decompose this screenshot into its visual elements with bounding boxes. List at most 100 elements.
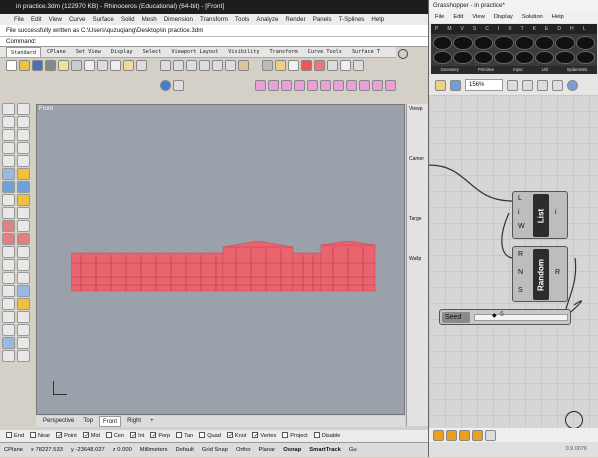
color-param-icon[interactable] [473,50,494,64]
point-icon[interactable] [17,103,30,115]
four-view-icon[interactable] [225,60,236,71]
mirror-icon[interactable] [307,80,318,91]
gh-sketch-icon[interactable] [567,79,578,91]
gh-tab-h[interactable]: H [570,24,574,34]
gh-foot-tool-1-icon[interactable] [433,429,444,441]
select-arrow-icon[interactable] [2,103,15,115]
status-layer[interactable]: Default [176,443,194,457]
gh-preview-eye-icon[interactable] [537,79,548,91]
toggle-grid-snap[interactable]: Grid Snap [202,443,228,457]
rotate-view-icon[interactable] [136,60,147,71]
globe-icon[interactable] [160,80,171,91]
tab-viewport-layout[interactable]: Viewport Layout [167,47,222,57]
tab-cplane[interactable]: CPlane [43,47,70,57]
toggle-gumball[interactable]: Gu [349,443,357,457]
menu-mesh[interactable]: Mesh [142,14,157,25]
surface-param-icon[interactable] [453,50,473,64]
trim-icon[interactable] [372,80,383,91]
spiderweb-icon[interactable] [575,36,595,50]
paste-icon[interactable] [97,60,108,71]
gh-list-component[interactable]: L i W List i [512,191,568,239]
seed-grip-icon[interactable]: ◆ [492,312,498,322]
zoom-window-icon[interactable] [173,60,184,71]
osnap-vertex[interactable]: Vertex [252,430,276,442]
array-icon[interactable] [320,80,331,91]
tab-front[interactable]: Front [99,416,122,427]
osnap-tan[interactable]: Tan [176,430,193,442]
gh-random-component[interactable]: R N S Random R [512,246,568,302]
offset-icon[interactable] [2,207,15,219]
front-viewport[interactable]: Front [36,104,405,415]
layer-tool-icon[interactable] [2,337,15,349]
osnap-project[interactable]: Project [282,430,308,442]
menu-curve[interactable]: Curve [69,14,86,25]
help-icon[interactable] [353,60,364,71]
rotate-tool-icon[interactable] [17,233,30,245]
number-slider-icon[interactable] [514,36,534,50]
gh-save-icon[interactable] [450,79,461,91]
toggle-planar[interactable]: Planar [258,443,275,457]
gh-menu-solution[interactable]: Solution [522,12,543,23]
cut-icon[interactable] [71,60,82,71]
analyze-icon[interactable] [2,285,15,297]
osnap-quad[interactable]: Quad [199,430,221,442]
grid-icon[interactable] [173,80,184,91]
integer-param-icon[interactable] [494,36,514,50]
gh-tab-l[interactable]: L [583,24,586,34]
save-icon[interactable] [32,60,43,71]
gh-canvas[interactable]: L i W List i R N S Random R Seed ◆ 6 [429,95,598,429]
building-elevation[interactable] [71,241,377,293]
osnap-near[interactable]: Near [29,430,50,442]
join-icon[interactable] [346,80,357,91]
gh-tab-curve[interactable]: C [485,24,489,34]
toggle-ortho[interactable]: Ortho [236,443,251,457]
layer-icon[interactable] [288,60,299,71]
list-input-l[interactable]: L [518,195,522,202]
undo-icon[interactable] [110,60,121,71]
tab-perspective[interactable]: Perspective [40,416,77,427]
osnap-mid[interactable]: Mid [82,430,100,442]
gh-cat-spiderweb[interactable]: SpiderWeb [567,66,588,74]
extrude-icon[interactable] [17,168,30,180]
list-input-i[interactable]: i [518,209,520,216]
select-icon[interactable] [262,60,273,71]
render-tool-icon[interactable] [17,285,30,297]
mesh-icon[interactable] [2,194,15,206]
osnap-end[interactable]: End [6,430,24,442]
menu-help[interactable]: Help [371,14,384,25]
data-dam-icon[interactable] [555,50,575,64]
fillet-icon[interactable] [17,155,30,167]
material-icon[interactable] [327,60,338,71]
gh-foot-tool-5-icon[interactable] [485,429,496,441]
light-icon[interactable] [275,60,286,71]
osnap-perp[interactable]: Perp [150,430,170,442]
zoom-extents-icon[interactable] [186,60,197,71]
gh-preview-mode-icon[interactable] [552,79,563,91]
sphere-icon[interactable] [17,181,30,193]
explode-icon[interactable] [359,80,370,91]
properties-icon[interactable] [17,337,30,349]
scale-icon[interactable] [294,80,305,91]
gh-foot-tool-3-icon[interactable] [459,429,470,441]
gh-view-icon[interactable] [522,79,533,91]
gh-tab-params[interactable]: P [435,24,438,34]
menu-view[interactable]: View [49,14,62,25]
menu-render[interactable]: Render [285,14,305,25]
seed-track[interactable] [474,314,568,321]
text-param-icon[interactable] [494,50,514,64]
gh-zoom-field[interactable]: 156% [465,79,503,91]
menu-tsplines[interactable]: T-Splines [339,14,365,25]
join-tool-icon[interactable] [17,220,30,232]
camera-icon[interactable] [2,298,15,310]
gh-menu-edit[interactable]: Edit [453,12,463,23]
undo-view-icon[interactable] [212,60,223,71]
array-tool-icon[interactable] [17,246,30,258]
options-icon[interactable] [340,60,351,71]
tab-select[interactable]: Select [139,47,166,57]
gh-zoom-extents-icon[interactable] [507,79,518,91]
gh-tab-intersect[interactable]: I [498,24,499,34]
text-icon[interactable] [17,259,30,271]
osnap-int[interactable]: Int [130,430,144,442]
menu-dimension[interactable]: Dimension [164,14,193,25]
gh-menu-view[interactable]: View [472,12,484,23]
